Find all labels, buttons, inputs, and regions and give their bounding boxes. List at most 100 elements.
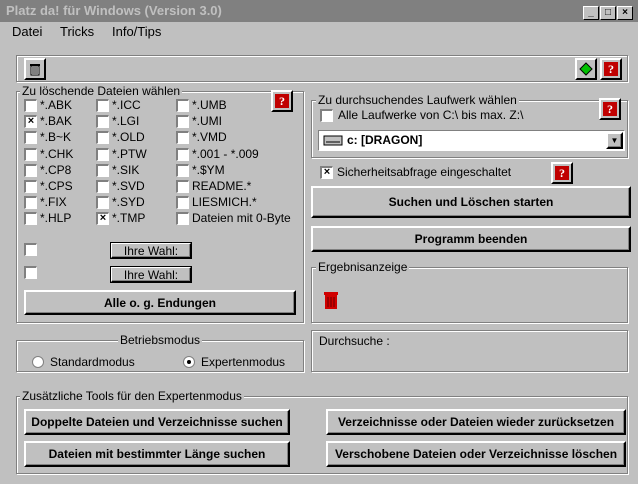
extension-label: *.LGI: [112, 114, 140, 129]
extension-checkbox[interactable]: [176, 99, 189, 112]
close-button[interactable]: ×: [617, 6, 633, 20]
safety-checkbox[interactable]: ×: [320, 166, 333, 179]
trash-icon: [324, 292, 338, 309]
extension-label: README.*: [192, 179, 252, 193]
extension-checkbox[interactable]: [96, 180, 109, 193]
extension-label: LIESMICH.*: [192, 195, 257, 210]
help-icon: ?: [275, 94, 289, 108]
window-title: Platz da! für Windows (Version 3.0): [6, 3, 222, 18]
files-help-button[interactable]: ?: [271, 90, 293, 112]
results-legend: Ergebnisanzeige: [316, 260, 410, 274]
extension-checkbox[interactable]: [176, 147, 189, 161]
drive-legend: Zu durchsuchendes Laufwerk wählen: [316, 93, 519, 107]
extension-label: *.ICC: [112, 98, 141, 112]
results-panel: [311, 267, 628, 323]
mode-legend: Betriebsmodus: [118, 333, 203, 347]
trash-icon: [30, 64, 40, 76]
extension-checkbox[interactable]: [176, 196, 189, 210]
extension-label: *.FIX: [40, 195, 67, 210]
search-delete-button[interactable]: Suchen und Löschen starten: [311, 186, 631, 218]
files-legend: Zu löschende Dateien wählen: [20, 84, 183, 98]
extension-checkbox[interactable]: [24, 196, 37, 210]
extension-checkbox[interactable]: [96, 163, 109, 177]
expert-mode-label: Expertenmodus: [201, 355, 286, 369]
extension-checkbox[interactable]: [24, 147, 37, 161]
search-status-label: Durchsuche :: [319, 334, 390, 348]
extension-checkbox[interactable]: [24, 99, 37, 112]
menu-bar: Datei Tricks Info/Tips: [0, 22, 638, 42]
extension-label: *.VMD: [192, 130, 227, 145]
safety-help-button[interactable]: ?: [551, 162, 573, 184]
extension-checkbox[interactable]: ×: [96, 212, 109, 226]
extension-checkbox[interactable]: [24, 163, 37, 177]
extension-label: *.OLD: [112, 130, 145, 145]
extension-label: *.UMI: [192, 114, 222, 129]
all-drives-label: Alle Laufwerke von C:\ bis max. Z:\: [338, 108, 524, 122]
extension-checkbox[interactable]: ×: [24, 115, 37, 129]
extension-checkbox[interactable]: [176, 131, 189, 145]
minimize-button[interactable]: _: [583, 6, 599, 20]
dropdown-arrow-icon[interactable]: ▼: [606, 132, 623, 149]
maximize-button[interactable]: □: [600, 6, 616, 20]
extension-label: *.SVD: [112, 179, 145, 193]
drive-select-value: c: [DRAGON]: [347, 133, 423, 147]
extension-checkbox[interactable]: [96, 99, 109, 112]
find-duplicates-button[interactable]: Doppelte Dateien und Verzeichnisse suche…: [24, 409, 290, 435]
drive-help-button[interactable]: ?: [599, 98, 621, 120]
extension-label: *.BAK: [40, 114, 73, 129]
trash-toolbar-button[interactable]: [24, 58, 46, 80]
restore-button[interactable]: Verzeichnisse oder Dateien wieder zurück…: [326, 409, 626, 435]
extension-label: *.SYD: [112, 195, 145, 210]
extension-label: *.B~K: [40, 130, 72, 145]
custom2-checkbox[interactable]: [24, 266, 37, 279]
extension-checkbox[interactable]: [176, 115, 189, 129]
extension-label: *.ABK: [40, 98, 73, 112]
find-by-length-button[interactable]: Dateien mit bestimmter Länge suchen: [24, 441, 290, 467]
menu-file[interactable]: Datei: [12, 24, 42, 39]
exit-button[interactable]: Programm beenden: [311, 226, 631, 252]
tools-legend: Zusätzliche Tools für den Expertenmodus: [20, 389, 244, 403]
extension-checkbox[interactable]: [176, 180, 189, 193]
custom2-button[interactable]: Ihre Wahl:: [110, 266, 192, 283]
help-icon: ?: [604, 62, 618, 76]
extension-label: *.SIK: [112, 162, 140, 177]
menu-info[interactable]: Info/Tips: [112, 24, 161, 39]
extension-checkbox[interactable]: [96, 131, 109, 145]
extension-label: *.TMP: [112, 211, 146, 226]
custom1-checkbox[interactable]: [24, 243, 37, 256]
extension-label: *.PTW: [112, 146, 147, 161]
extension-checkbox[interactable]: [24, 131, 37, 145]
diamond-toolbar-button[interactable]: [575, 58, 597, 80]
all-extensions-button[interactable]: Alle o. g. Endungen: [24, 290, 296, 315]
extension-label: Dateien mit 0-Byte: [192, 211, 291, 226]
custom1-button[interactable]: Ihre Wahl:: [110, 242, 192, 259]
extension-label: *.CP8: [40, 162, 72, 177]
drive-icon: [323, 135, 343, 146]
extension-label: *.CPS: [40, 179, 73, 193]
extension-checkbox[interactable]: [176, 212, 189, 226]
extension-label: *.001 - *.009: [192, 146, 259, 161]
extension-checkbox[interactable]: [96, 196, 109, 210]
extension-label: *.UMB: [192, 98, 227, 112]
extension-checkbox[interactable]: [96, 115, 109, 129]
toolbar: [16, 55, 628, 82]
safety-label: Sicherheitsabfrage eingeschaltet: [337, 165, 512, 179]
standard-mode-radio[interactable]: [32, 356, 44, 368]
menu-tricks[interactable]: Tricks: [60, 24, 94, 39]
standard-mode-label: Standardmodus: [50, 355, 135, 369]
drive-select[interactable]: c: [DRAGON] ▼: [318, 130, 625, 151]
extension-label: *.CHK: [40, 146, 74, 161]
extension-checkbox[interactable]: [24, 212, 37, 226]
extension-checkbox[interactable]: [176, 163, 189, 177]
help-icon: ?: [603, 102, 617, 116]
extension-checkbox[interactable]: [24, 180, 37, 193]
extension-label: *.HLP: [40, 211, 72, 226]
all-drives-checkbox[interactable]: [320, 109, 333, 122]
delete-moved-button[interactable]: Verschobene Dateien oder Verzeichnisse l…: [326, 441, 626, 467]
title-bar[interactable]: Platz da! für Windows (Version 3.0) _ □ …: [0, 0, 638, 22]
help-toolbar-button[interactable]: ?: [600, 58, 622, 80]
expert-mode-radio[interactable]: [183, 356, 195, 368]
diamond-icon: [579, 62, 593, 76]
extension-checkbox[interactable]: [96, 147, 109, 161]
extension-label: *.$YM: [192, 162, 225, 177]
